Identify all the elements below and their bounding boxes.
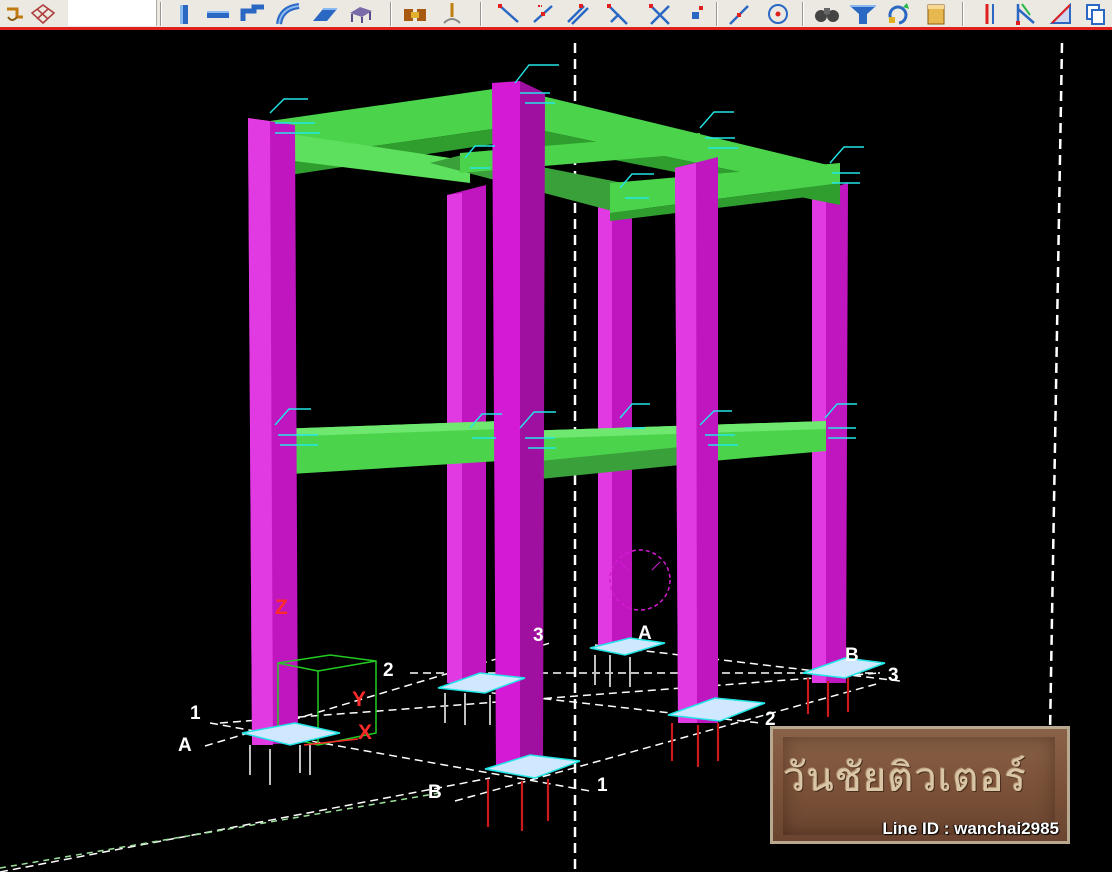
measure-icon[interactable] xyxy=(975,1,1005,27)
copy-icon[interactable] xyxy=(1080,1,1110,27)
rotate-icon[interactable] xyxy=(884,1,914,27)
curved-beam-icon[interactable] xyxy=(273,1,303,27)
watermark-line-id: Line ID : wanchai2985 xyxy=(882,819,1059,838)
toolbar-separator xyxy=(962,2,964,26)
footing-a3 xyxy=(589,637,666,687)
polybeam-icon[interactable] xyxy=(238,1,268,27)
main-toolbar xyxy=(0,0,1112,30)
ground-grid-line xyxy=(0,792,441,869)
lattice-icon[interactable] xyxy=(28,1,58,27)
toolbar-input-area[interactable] xyxy=(68,0,157,26)
toolbar-separator xyxy=(390,2,392,26)
grid-label-a-left: A xyxy=(178,735,192,756)
bench-icon[interactable] xyxy=(345,1,375,27)
toolbar-separator xyxy=(802,2,804,26)
measure-slope-icon[interactable] xyxy=(1046,1,1076,27)
axis-label-z: Z xyxy=(275,596,288,619)
weld-icon[interactable] xyxy=(437,1,467,27)
grid-label-a-back: A xyxy=(638,623,652,644)
plate-icon[interactable] xyxy=(310,1,340,27)
snap-center-icon[interactable] xyxy=(763,1,793,27)
snap-point-icon[interactable] xyxy=(680,1,710,27)
box-icon[interactable] xyxy=(921,1,951,27)
beam-icon[interactable] xyxy=(203,1,233,27)
plan-icon[interactable] xyxy=(0,1,30,27)
grid-label-1-left: 1 xyxy=(190,703,201,724)
work-area-edge xyxy=(1048,42,1064,734)
binoculars-icon[interactable] xyxy=(812,1,842,27)
lower-floor-beams xyxy=(275,421,826,481)
grid-label-3-top: 3 xyxy=(533,625,544,646)
watermark-title: วันชัยติวเตอร์ xyxy=(783,755,1027,801)
watermark-sign: วันชัยติวเตอร์ Line ID : wanchai2985 xyxy=(770,726,1070,844)
toolbar-separator xyxy=(480,2,482,26)
footing-a1 xyxy=(241,722,341,785)
snap-perpendicular-icon[interactable] xyxy=(603,1,633,27)
measure-angle-icon[interactable] xyxy=(1010,1,1040,27)
snap-midpoint-icon[interactable] xyxy=(528,1,558,27)
axis-label-y: Y xyxy=(352,688,367,711)
filter-icon[interactable] xyxy=(848,1,878,27)
top-floor-beams xyxy=(270,88,840,221)
grid-label-b-front: B xyxy=(428,782,442,803)
column-icon[interactable] xyxy=(168,1,198,27)
grid-label-b-right: B xyxy=(845,645,859,666)
axis-label-x: X xyxy=(358,721,373,744)
snap-nearest-icon[interactable] xyxy=(724,1,754,27)
footing-b1 xyxy=(484,754,581,831)
grid-label-2-top: 2 xyxy=(383,660,394,681)
grid-label-3-right: 3 xyxy=(888,665,899,686)
snap-line-icon[interactable] xyxy=(562,1,592,27)
toolbar-separator xyxy=(160,2,162,26)
toolbar-separator xyxy=(716,2,718,26)
bolt-icon[interactable] xyxy=(400,1,430,27)
snap-intersection-icon[interactable] xyxy=(645,1,675,27)
snap-end-icon[interactable] xyxy=(494,1,524,27)
grid-label-1-front: 1 xyxy=(597,775,608,796)
